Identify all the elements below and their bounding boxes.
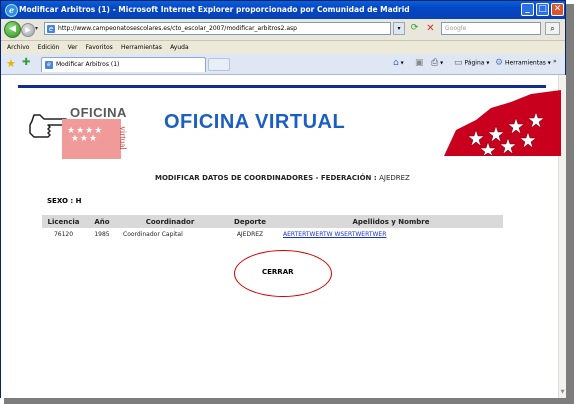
menu-herramientas[interactable]: Herramientas xyxy=(118,41,165,54)
gear-icon: ⚙ xyxy=(495,58,504,68)
window-title: Modificar Arbitros (1) - Microsoft Inter… xyxy=(19,5,410,14)
search-icon[interactable]: ⌕ xyxy=(545,22,560,35)
search-input[interactable]: Google xyxy=(441,22,541,35)
logo-stars-icon: ★★★★ ★★★ xyxy=(67,126,104,144)
url-dropdown-icon[interactable]: ▾ xyxy=(393,22,405,35)
cell-anio: 1985 xyxy=(94,231,110,238)
header-top-line xyxy=(18,85,546,88)
tabs-bar: ★ ✚ e Modificar Arbitros (1) ⌂ ▾ ▣ ⎙ ▾ ▭… xyxy=(1,54,565,75)
cell-deporte: AJEDREZ xyxy=(236,231,264,238)
home-icon[interactable]: ⌂ ▾ xyxy=(393,58,404,68)
tab-current[interactable]: e Modificar Arbitros (1) xyxy=(41,57,206,72)
maximize-button[interactable]: □ xyxy=(536,3,549,16)
stop-icon[interactable]: ✕ xyxy=(424,22,437,35)
feeds-icon[interactable]: ▣ xyxy=(415,58,424,68)
madrid-flag-icon xyxy=(444,90,561,156)
col-anio: Año xyxy=(85,215,119,228)
tab-label: Modificar Arbitros (1) xyxy=(56,61,120,68)
page-menu-label: Página xyxy=(464,59,485,67)
page-icon: e xyxy=(47,25,55,33)
add-favorite-icon[interactable]: ✚ xyxy=(22,57,30,68)
logo-virtual: virtual xyxy=(117,119,134,159)
logo-oficina-text: OFICINA xyxy=(70,105,127,120)
close-button[interactable]: CERRAR xyxy=(262,268,294,276)
chevron-more-icon[interactable]: » xyxy=(553,58,557,65)
tab-page-icon: e xyxy=(45,61,53,69)
federation-value: AJEDREZ xyxy=(379,174,410,182)
favorites-star-icon[interactable]: ★ xyxy=(6,57,16,70)
search-placeholder: Google xyxy=(445,25,467,32)
cell-licencia: 76120 xyxy=(53,231,74,238)
close-window-button[interactable]: ✕ xyxy=(551,3,564,16)
history-dropdown-icon[interactable]: ▾ xyxy=(35,25,38,32)
menu-archivo[interactable]: Archivo xyxy=(4,41,32,54)
scroll-down-icon[interactable]: ▼ xyxy=(559,389,566,397)
page-icon-small: ▭ xyxy=(454,58,463,68)
form-subtitle-label: MODIFICAR DATOS DE COORDINADORES - FEDER… xyxy=(155,174,377,182)
logo-virtual-text: virtual xyxy=(117,126,128,150)
person-link[interactable]: AERTERTWERTW WSERTWERTWER xyxy=(283,231,386,238)
title-bar: e Modificar Arbitros (1) - Microsoft Int… xyxy=(1,1,565,19)
col-licencia: Licencia xyxy=(42,215,85,228)
back-button[interactable]: ◀ xyxy=(4,21,21,38)
col-apellidos-nombre: Apellidos y Nombre xyxy=(279,215,503,228)
menu-ayuda[interactable]: Ayuda xyxy=(167,41,192,54)
page-title: OFICINA VIRTUAL xyxy=(164,111,346,133)
window-shadow-right xyxy=(566,4,574,404)
window-shadow-bottom xyxy=(4,398,574,404)
cell-coordinador: Coordinador Capital xyxy=(123,231,183,238)
col-deporte: Deporte xyxy=(221,215,279,228)
url-input[interactable]: e http://www.campeonatosescolares.es/cto… xyxy=(44,22,391,35)
print-icon[interactable]: ⎙ ▾ xyxy=(431,58,443,68)
coordinators-table: Licencia Año Coordinador Deporte Apellid… xyxy=(42,215,503,241)
sexo-label: SEXO : H xyxy=(47,197,82,205)
menu-favoritos[interactable]: Favoritos xyxy=(83,41,116,54)
menu-edicion[interactable]: Edición xyxy=(35,41,63,54)
refresh-icon[interactable]: ⟳ xyxy=(408,22,421,35)
ie-icon: e xyxy=(5,4,18,17)
tools-menu-label: Herramientas xyxy=(505,59,546,67)
url-text: http://www.campeonatosescolares.es/cto_e… xyxy=(58,25,297,32)
col-coordinador: Coordinador xyxy=(119,215,221,228)
new-tab-button[interactable] xyxy=(208,58,230,71)
minimize-button[interactable]: _ xyxy=(521,3,534,16)
address-bar: ◀ ▶ ▾ e http://www.campeonatosescolares.… xyxy=(1,19,565,41)
browser-window: e Modificar Arbitros (1) - Microsoft Int… xyxy=(0,0,566,398)
tools-menu[interactable]: ⚙ Herramientas ▾ xyxy=(495,58,551,68)
forward-button[interactable]: ▶ xyxy=(21,23,35,37)
menu-ver[interactable]: Ver xyxy=(65,41,81,54)
cell-apellidos-nombre: AERTERTWERTW WSERTWERTWER xyxy=(279,228,503,241)
table-header-row: Licencia Año Coordinador Deporte Apellid… xyxy=(42,215,503,228)
page-menu[interactable]: ▭ Página ▾ xyxy=(454,58,489,68)
table-row: 76120 1985 Coordinador Capital AJEDREZ A… xyxy=(42,228,503,241)
form-subtitle: MODIFICAR DATOS DE COORDINADORES - FEDER… xyxy=(155,174,410,182)
menu-bar: Archivo Edición Ver Favoritos Herramient… xyxy=(1,41,565,55)
